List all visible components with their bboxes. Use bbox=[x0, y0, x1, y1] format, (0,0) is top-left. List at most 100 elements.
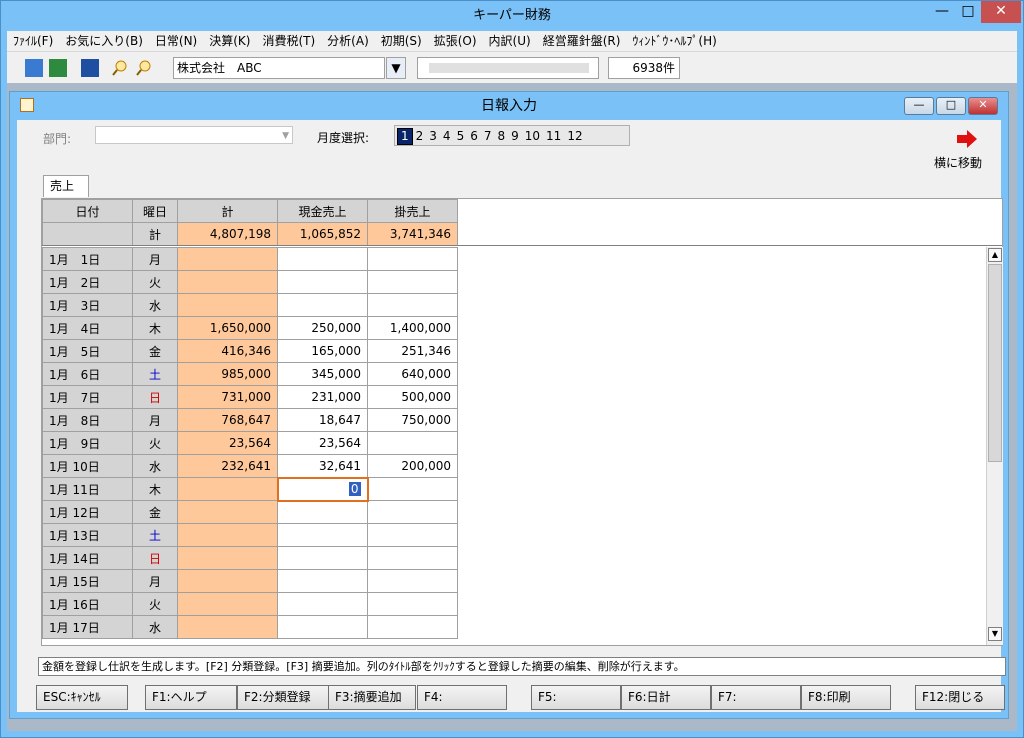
month-1[interactable]: 1 bbox=[397, 128, 413, 145]
fkey-button-9[interactable]: F12:閉じる bbox=[915, 685, 1005, 710]
tab-sales[interactable]: 売上 bbox=[43, 175, 89, 197]
vertical-scrollbar[interactable]: ▲ ▼ bbox=[986, 247, 1003, 645]
fkey-button-0[interactable]: ESC:ｷｬﾝｾﾙ bbox=[36, 685, 128, 710]
dept-select[interactable]: ▼ bbox=[95, 126, 293, 144]
zoom-in-icon[interactable] bbox=[111, 59, 129, 77]
month-8[interactable]: 8 bbox=[494, 129, 508, 144]
menu-item-6[interactable]: 初期(S) bbox=[375, 31, 428, 51]
fkey-button-1[interactable]: F1:ヘルプ bbox=[145, 685, 237, 710]
cell-credit[interactable] bbox=[367, 615, 458, 639]
arrow-right-icon[interactable] bbox=[957, 130, 979, 151]
cell-cash[interactable]: 231,000 bbox=[277, 385, 368, 409]
cell-credit[interactable]: 251,346 bbox=[367, 339, 458, 363]
menu-item-4[interactable]: 消費税(T) bbox=[256, 31, 321, 51]
active-cell-value[interactable]: 0 bbox=[348, 482, 361, 496]
chevron-down-icon[interactable]: ▼ bbox=[386, 57, 406, 79]
month-6[interactable]: 6 bbox=[467, 129, 481, 144]
cell-credit[interactable] bbox=[367, 523, 458, 547]
cell-credit[interactable] bbox=[367, 247, 458, 271]
menu-item-3[interactable]: 決算(K) bbox=[203, 31, 256, 51]
cell-cash[interactable] bbox=[277, 247, 368, 271]
minimize-button[interactable]: — bbox=[929, 1, 955, 23]
cell-cash[interactable]: 250,000 bbox=[277, 316, 368, 340]
scroll-up-icon[interactable]: ▲ bbox=[988, 248, 1002, 262]
menu-item-8[interactable]: 内訳(U) bbox=[483, 31, 537, 51]
col-cash-sales[interactable]: 現金売上 bbox=[277, 199, 368, 223]
month-10[interactable]: 10 bbox=[522, 129, 543, 144]
status-message: 金額を登録し仕訳を生成します。[F2] 分類登録。[F3] 摘要追加。列のﾀｲﾄ… bbox=[38, 657, 1006, 676]
cell-cash[interactable]: 32,641 bbox=[277, 454, 368, 478]
child-restore-button[interactable]: □ bbox=[936, 97, 966, 115]
fkey-button-3[interactable]: F3:摘要追加 bbox=[328, 685, 416, 710]
menu-item-1[interactable]: お気に入り(B) bbox=[59, 31, 149, 51]
cell-cash[interactable]: 345,000 bbox=[277, 362, 368, 386]
cell-cash[interactable] bbox=[277, 500, 368, 524]
company-select[interactable]: 株式会社 ABC bbox=[173, 57, 385, 79]
cell-credit[interactable] bbox=[367, 431, 458, 455]
cell-cash[interactable] bbox=[277, 569, 368, 593]
menu-item-10[interactable]: ｳｨﾝﾄﾞｳ･ﾍﾙﾌﾟ(H) bbox=[626, 31, 722, 51]
fkey-button-2[interactable]: F2:分類登録 bbox=[237, 685, 329, 710]
cell-credit[interactable] bbox=[367, 546, 458, 570]
zoom-out-icon[interactable] bbox=[135, 59, 153, 77]
cell-credit[interactable]: 500,000 bbox=[367, 385, 458, 409]
month-9[interactable]: 9 bbox=[508, 129, 522, 144]
move-horizontal-label[interactable]: 横に移動 bbox=[934, 154, 982, 171]
month-2[interactable]: 2 bbox=[413, 129, 427, 144]
cell-cash[interactable] bbox=[277, 523, 368, 547]
month-3[interactable]: 3 bbox=[426, 129, 440, 144]
col-credit-sales[interactable]: 掛売上 bbox=[367, 199, 458, 223]
menu-item-7[interactable]: 拡張(O) bbox=[428, 31, 483, 51]
cell-cash[interactable]: 23,564 bbox=[277, 431, 368, 455]
menu-item-2[interactable]: 日常(N) bbox=[149, 31, 203, 51]
child-minimize-button[interactable]: — bbox=[904, 97, 934, 115]
month-5[interactable]: 5 bbox=[454, 129, 468, 144]
fkey-button-4[interactable]: F4: bbox=[417, 685, 507, 710]
month-12[interactable]: 12 bbox=[564, 129, 585, 144]
cell-date: 1月 12日 bbox=[42, 500, 133, 524]
cell-credit[interactable] bbox=[367, 500, 458, 524]
fkey-button-8[interactable]: F8:印刷 bbox=[801, 685, 891, 710]
client-area: 部門: ▼ 月度選択: 1 2 3 4 5 6 7 8 9 10 11 12 横に移動 売上 日付 曜… bbox=[17, 120, 1006, 712]
cell-cash[interactable] bbox=[277, 615, 368, 639]
scroll-thumb[interactable] bbox=[988, 264, 1002, 462]
cell-dow: 木 bbox=[132, 316, 178, 340]
screen-icon[interactable] bbox=[81, 59, 99, 77]
fkey-button-7[interactable]: F7: bbox=[711, 685, 801, 710]
menu-item-5[interactable]: 分析(A) bbox=[321, 31, 375, 51]
fkey-button-5[interactable]: F5: bbox=[531, 685, 621, 710]
cell-credit[interactable] bbox=[367, 477, 458, 501]
cell-credit[interactable]: 640,000 bbox=[367, 362, 458, 386]
close-button[interactable]: ✕ bbox=[981, 1, 1021, 23]
cell-credit[interactable]: 750,000 bbox=[367, 408, 458, 432]
cell-credit[interactable] bbox=[367, 569, 458, 593]
cell-cash[interactable]: 18,647 bbox=[277, 408, 368, 432]
cell-credit[interactable]: 200,000 bbox=[367, 454, 458, 478]
col-weekday[interactable]: 曜日 bbox=[132, 199, 178, 223]
scroll-down-icon[interactable]: ▼ bbox=[988, 627, 1002, 641]
cell-credit[interactable]: 1,400,000 bbox=[367, 316, 458, 340]
child-close-button[interactable]: ✕ bbox=[968, 97, 998, 115]
col-total[interactable]: 計 bbox=[177, 199, 278, 223]
cell-cash[interactable] bbox=[277, 293, 368, 317]
cell-credit[interactable] bbox=[367, 293, 458, 317]
cell-date: 1月 10日 bbox=[42, 454, 133, 478]
cell-cash[interactable] bbox=[277, 270, 368, 294]
month-7[interactable]: 7 bbox=[481, 129, 495, 144]
month-11[interactable]: 11 bbox=[543, 129, 564, 144]
cell-credit[interactable] bbox=[367, 270, 458, 294]
cell-cash[interactable]: 165,000 bbox=[277, 339, 368, 363]
cell-credit[interactable] bbox=[367, 592, 458, 616]
cell-cash[interactable]: 0 bbox=[276, 476, 369, 502]
cell-cash[interactable] bbox=[277, 546, 368, 570]
menu-item-9[interactable]: 経営羅針盤(R) bbox=[537, 31, 627, 51]
cell-cash[interactable] bbox=[277, 592, 368, 616]
maximize-button[interactable]: □ bbox=[955, 1, 981, 23]
menu-item-0[interactable]: ﾌｧｲﾙ(F) bbox=[7, 31, 59, 51]
table-row: 1月 11日木 0 bbox=[42, 476, 458, 502]
save-icon[interactable] bbox=[49, 59, 67, 77]
col-date[interactable]: 日付 bbox=[42, 199, 133, 223]
fkey-button-6[interactable]: F6:日計 bbox=[621, 685, 711, 710]
monitor-icon[interactable] bbox=[25, 59, 43, 77]
month-4[interactable]: 4 bbox=[440, 129, 454, 144]
